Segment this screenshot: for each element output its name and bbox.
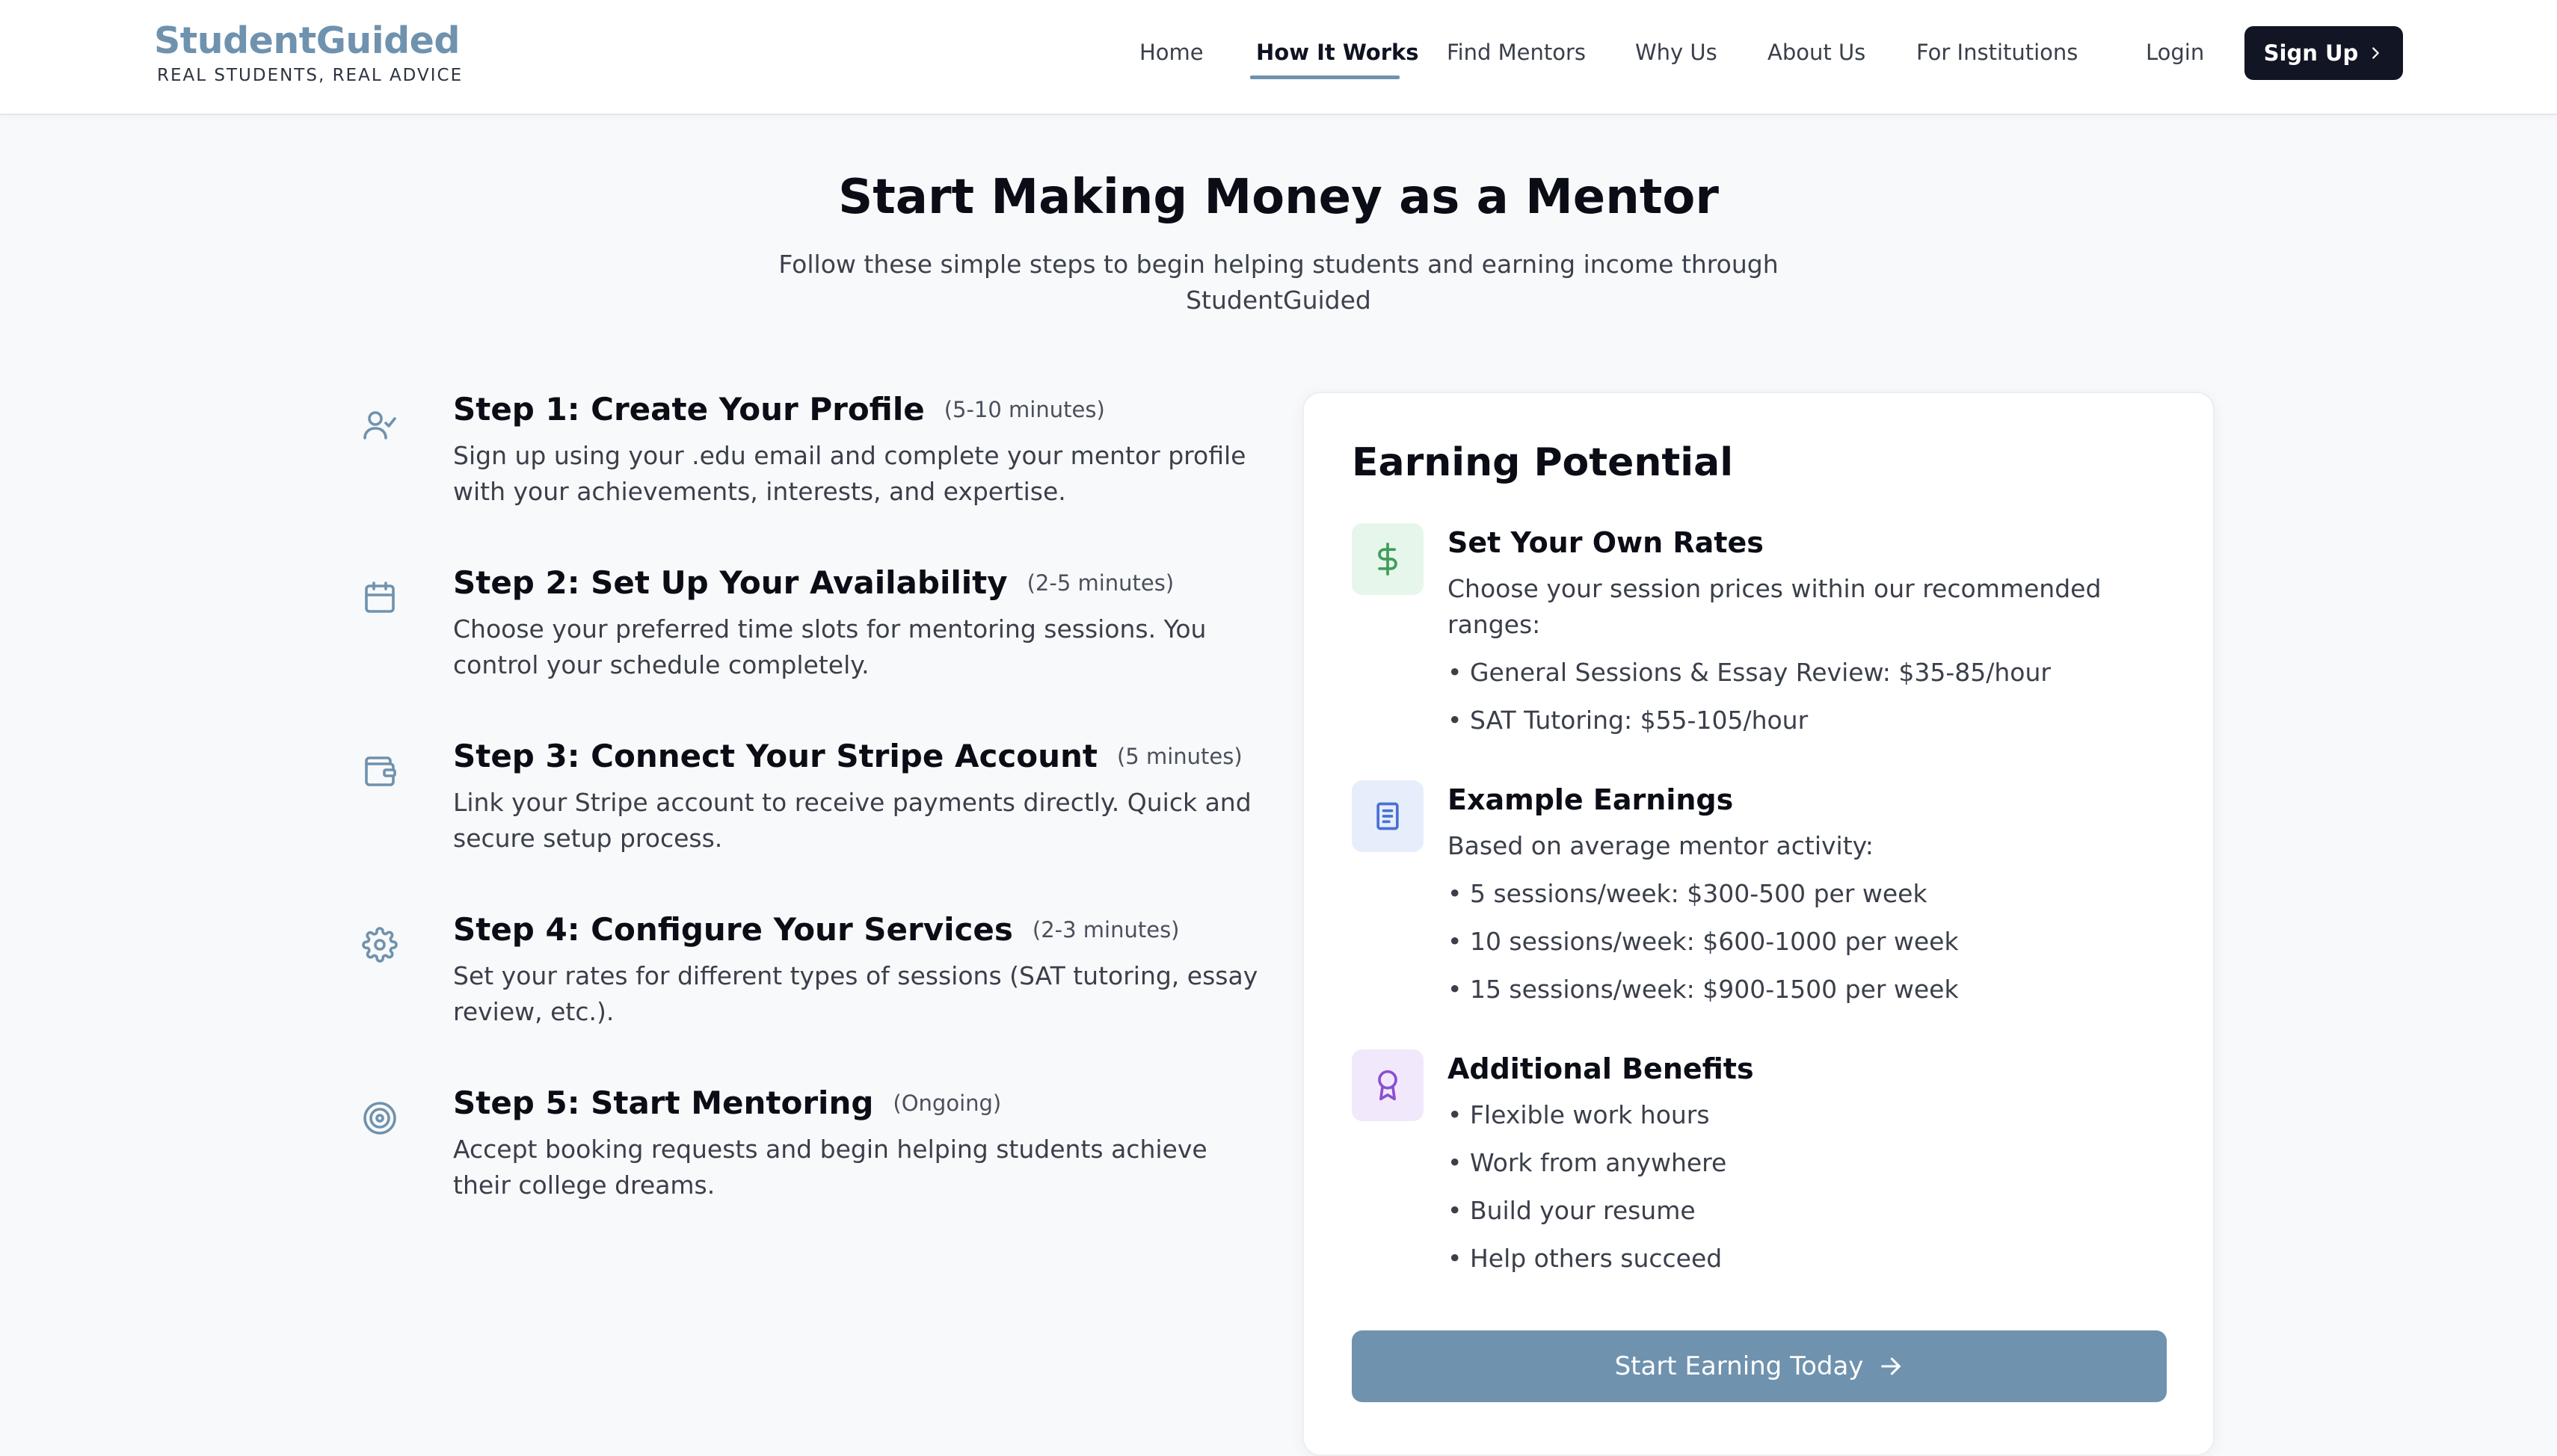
list-item: • 15 sessions/week: $900-1500 per week [1447,975,1959,1004]
gear-icon [359,924,401,966]
list-item: • Work from anywhere [1447,1148,1727,1177]
sign-up-label: Sign Up [2263,40,2359,66]
step-description: Accept booking requests and begin helpin… [453,1135,1207,1200]
list-item: • 10 sessions/week: $600-1000 per week [1447,927,1959,956]
brand-logo[interactable]: StudentGuided REAL STUDENTS, REAL ADVICE [154,18,463,87]
nav-how-it-works[interactable]: How It Works [1256,37,1419,67]
section-title: Set Your Own Rates [1447,526,1764,559]
nav-home[interactable]: Home [1139,37,1204,67]
step-description: Set your rates for different types of se… [453,961,1258,1026]
brand-name: StudentGuided [154,19,461,62]
dollar-icon [1352,523,1424,595]
list-item: • General Sessions & Essay Review: $35-8… [1447,658,2051,687]
section-description: Based on average mentor activity: [1447,831,1874,860]
step-duration: (5-10 minutes) [944,397,1105,422]
step-duration: (2-5 minutes) [1027,570,1175,596]
start-earning-label: Start Earning Today [1614,1351,1864,1381]
start-earning-button[interactable]: Start Earning Today [1352,1330,2167,1402]
earning-potential-card: Earning Potential Set Your Own Rates Cho… [1302,392,2215,1456]
list-item: • Build your resume [1447,1196,1696,1225]
login-link[interactable]: Login [2146,37,2204,67]
arrow-right-icon [1881,1357,1901,1375]
sign-up-button[interactable]: Sign Up [2244,26,2403,80]
wallet-icon [359,750,401,792]
section-title: Example Earnings [1447,783,1734,816]
list-item: • Flexible work hours [1447,1100,1710,1129]
list-item: • Help others succeed [1447,1244,1723,1273]
nav-for-institutions[interactable]: For Institutions [1916,37,2078,67]
list-item: • SAT Tutoring: $55-105/hour [1447,706,1809,735]
step-description: Sign up using your .edu email and comple… [453,441,1246,506]
nav-about-us[interactable]: About Us [1767,37,1865,67]
award-icon [1352,1049,1424,1121]
chevron-right-icon [2372,47,2380,59]
user-check-icon [359,404,401,445]
step-description: Link your Stripe account to receive paym… [453,788,1252,853]
list-item: • 5 sessions/week: $300-500 per week [1447,879,1927,908]
section-description: Choose your session prices within our re… [1447,574,2102,639]
active-nav-indicator [1250,75,1400,79]
step-duration: (5 minutes) [1116,744,1243,769]
nav-find-mentors[interactable]: Find Mentors [1447,37,1586,67]
step-title: Step 1: Create Your Profile [453,391,925,428]
target-icon [359,1097,401,1139]
nav-why-us[interactable]: Why Us [1635,37,1717,67]
section-title: Additional Benefits [1447,1052,1754,1085]
page-title: Start Making Money as a Mentor [838,170,1719,225]
calendar-icon [359,577,401,619]
step-title: Step 5: Start Mentoring [453,1085,874,1121]
step-duration: (2-3 minutes) [1032,917,1180,943]
step-title: Step 2: Set Up Your Availability [453,564,1008,601]
brand-tagline: REAL STUDENTS, REAL ADVICE [157,66,464,85]
step-duration: (Ongoing) [893,1091,1002,1116]
step-title: Step 4: Configure Your Services [453,911,1013,948]
top-navbar: StudentGuided REAL STUDENTS, REAL ADVICE… [0,0,2557,115]
book-icon [1352,780,1424,852]
step-description: Choose your preferred time slots for men… [453,614,1207,679]
step-title: Step 3: Connect Your Stripe Account [453,738,1098,774]
page-subtitle: Follow these simple steps to begin helpi… [778,250,1779,315]
card-title: Earning Potential [1352,440,1734,485]
